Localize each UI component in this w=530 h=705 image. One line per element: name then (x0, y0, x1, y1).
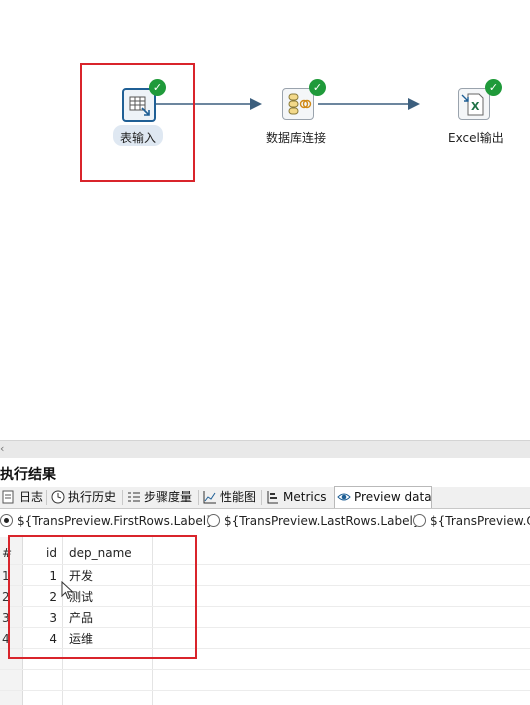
log-icon (2, 490, 14, 504)
panel-splitter[interactable]: ‹ (0, 440, 530, 458)
results-tabbar: 日志 执行历史 步骤度量 性能图 Metrics Preview data (0, 486, 530, 509)
radio-button[interactable] (413, 514, 426, 527)
highlight-box (80, 63, 195, 182)
tab-metrics[interactable]: Metrics (264, 487, 327, 508)
radio-label: ${TransPreview.FirstRows.Label} (17, 514, 214, 528)
radio-label: ${TransPreview.LastRows.Label} (224, 514, 421, 528)
hop-1-arrowhead (250, 98, 262, 110)
transformation-canvas[interactable]: ✓ 表输入 ✓ 数据库连接 X ✓ Excel输出 (0, 0, 530, 440)
success-check-icon: ✓ (309, 79, 326, 96)
tab-separator (261, 490, 262, 505)
row-divider (0, 669, 530, 670)
preview-radio-group: ${TransPreview.FirstRows.Label} ${TransP… (0, 510, 530, 532)
tab-separator (46, 490, 47, 505)
radio-button-selected[interactable] (0, 514, 13, 527)
svg-text:X: X (471, 100, 480, 113)
tab-performance-chart[interactable]: 性能图 (201, 487, 256, 508)
performance-chart-icon (203, 491, 216, 504)
step-label: Excel输出 (448, 131, 504, 145)
tab-label: Preview data (354, 490, 432, 504)
tab-label: 执行历史 (68, 490, 117, 504)
radio-last-rows[interactable]: ${TransPreview.LastRows.Label} (207, 510, 420, 532)
radio-label: ${TransPreview.O (430, 514, 530, 528)
database-lookup-icon[interactable] (282, 88, 314, 120)
highlight-box (8, 535, 197, 659)
radio-first-rows[interactable]: ${TransPreview.FirstRows.Label} (0, 510, 214, 532)
tab-label: 性能图 (220, 490, 257, 504)
radio-off[interactable]: ${TransPreview.O (413, 510, 530, 532)
hop-2-arrowhead (408, 98, 420, 110)
tab-history[interactable]: 执行历史 (49, 487, 116, 508)
preview-eye-icon (337, 493, 351, 501)
tab-preview-data[interactable]: Preview data (334, 486, 432, 508)
step-metrics-icon (128, 492, 140, 502)
success-check-icon: ✓ (485, 79, 502, 96)
tab-step-metrics[interactable]: 步骤度量 (125, 487, 192, 508)
tab-label: Metrics (283, 490, 327, 504)
metrics-icon (267, 491, 278, 504)
row-divider (0, 690, 530, 691)
excel-output-icon[interactable]: X (458, 88, 490, 120)
tab-label: 日志 (19, 490, 44, 504)
tab-separator (122, 490, 123, 505)
step-label: 数据库连接 (266, 131, 327, 145)
radio-button[interactable] (207, 514, 220, 527)
collapse-chevron-icon[interactable]: ‹ (0, 442, 4, 455)
tab-log[interactable]: 日志 (0, 487, 43, 508)
panel-title: 执行结果 (0, 467, 56, 483)
history-icon (51, 490, 65, 504)
tab-label: 步骤度量 (144, 490, 193, 504)
tab-separator (198, 490, 199, 505)
execution-results-panel: ‹ 执行结果 日志 执行历史 步骤度量 性能图 Metrics Preview … (0, 440, 530, 705)
